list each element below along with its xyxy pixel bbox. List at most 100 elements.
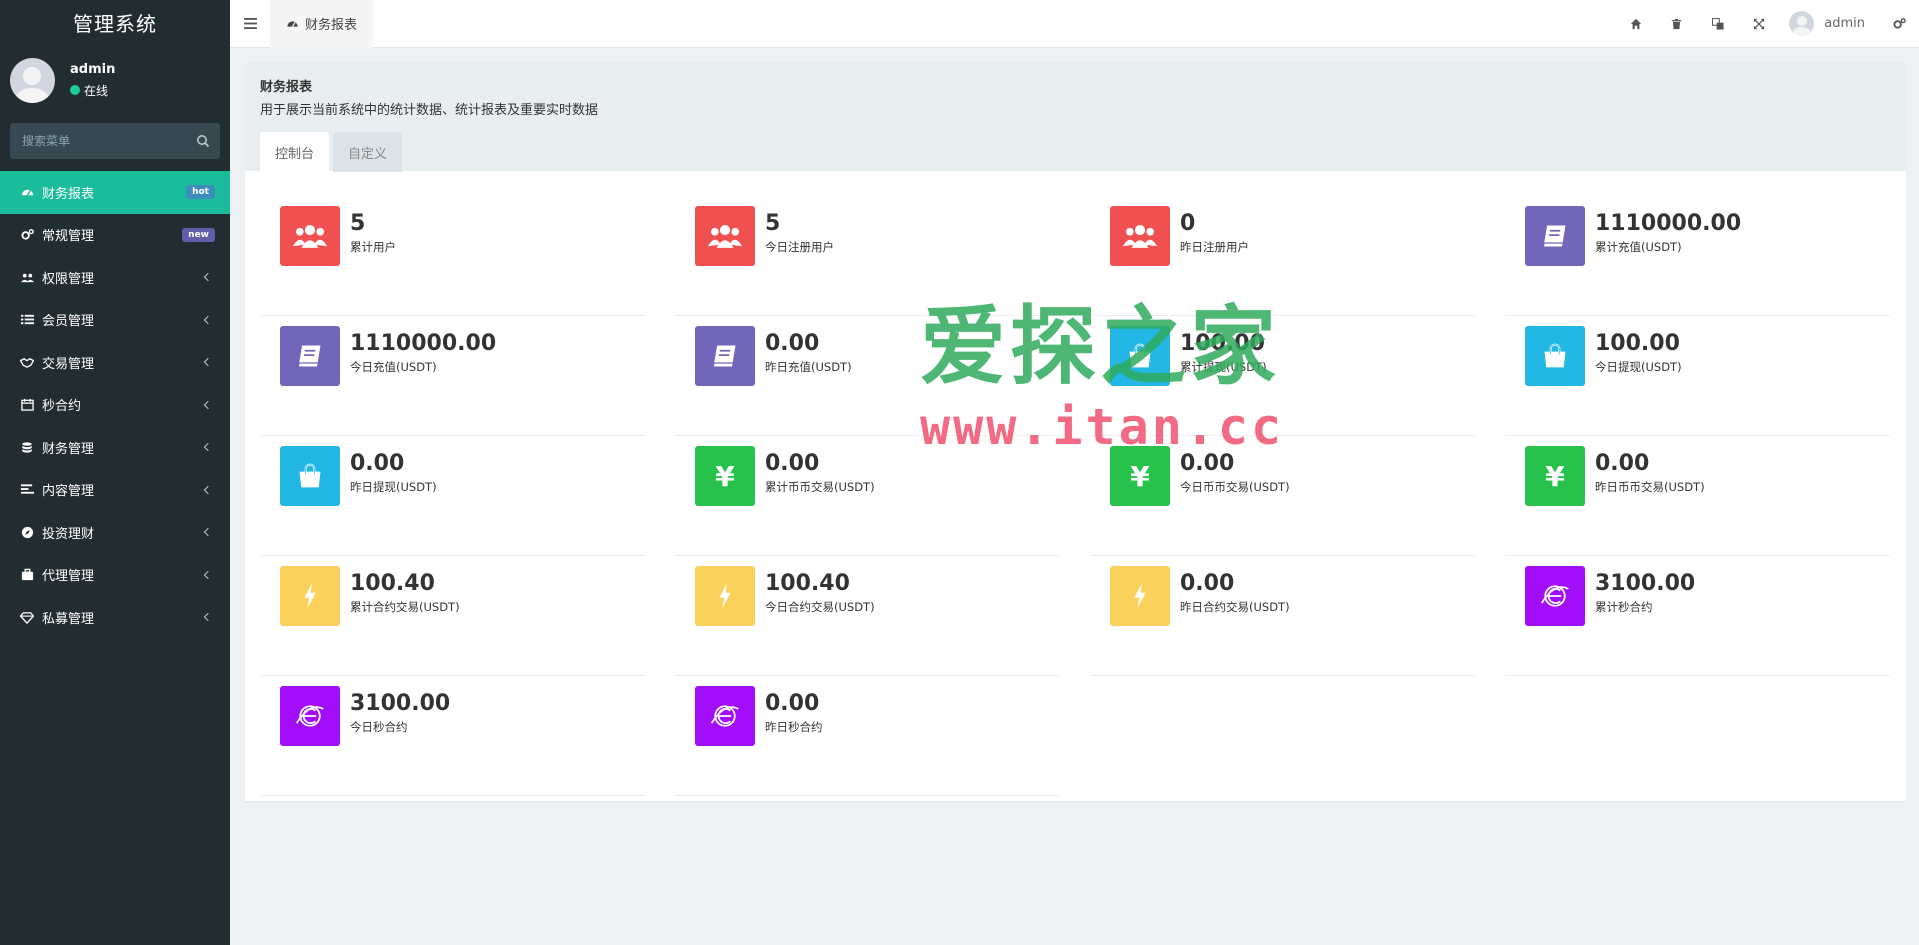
stat-text: 0 昨日注册用户 — [1180, 206, 1249, 255]
bolt-icon — [695, 566, 755, 626]
stat-card: 3100.00 今日秒合约 — [260, 676, 645, 796]
stat-card: ¥0.00 今日币币交易(USDT) — [1090, 436, 1475, 556]
fullscreen-button[interactable] — [1738, 0, 1779, 48]
search-icon[interactable] — [196, 134, 210, 148]
stat-value: 0.00 — [350, 451, 405, 476]
sidebar-item-general[interactable]: 常规管理 new — [0, 214, 230, 257]
stat-card: 100.00 累计提现(USDT) — [1090, 316, 1475, 436]
shopping-bag-icon — [1525, 326, 1585, 386]
language-button[interactable] — [1697, 0, 1738, 48]
home-icon — [1630, 18, 1641, 29]
stat-card: 0.00 昨日充值(USDT) — [675, 316, 1060, 436]
expand-icon — [1753, 18, 1764, 29]
stat-label: 昨日充值(USDT) — [765, 360, 852, 374]
explorer-icon — [1525, 566, 1585, 626]
calendar-icon — [20, 398, 34, 412]
tab-finance-report[interactable]: 财务报表 — [270, 0, 374, 48]
stat-value: 100.40 — [350, 571, 435, 596]
stat-value: 100.40 — [765, 571, 850, 596]
user-status: 在线 — [70, 82, 115, 99]
stat-text: 0.00 昨日提现(USDT) — [350, 446, 437, 495]
stats-grid: 5 累计用户 5 今日注册用户 0 昨日注册用户 1110000.00 累计充值(USDT) 1… — [245, 171, 1906, 796]
app-logo[interactable]: 管理系统 — [0, 0, 230, 45]
handshake-icon — [20, 355, 34, 369]
menu-search — [10, 123, 220, 159]
bolt-icon — [280, 566, 340, 626]
dashboard-icon — [20, 185, 34, 199]
home-button[interactable] — [1615, 0, 1656, 48]
sidebar-item-trade[interactable]: 交易管理 — [0, 341, 230, 384]
database-icon — [20, 440, 34, 454]
stat-value: 100.00 — [1180, 331, 1265, 356]
user-menu[interactable]: admin — [1779, 11, 1879, 36]
sidebar-item-finance-report[interactable]: 财务报表 hot — [0, 171, 230, 214]
top-navbar: 财务报表 admin — [230, 0, 1919, 48]
page-title: 财务报表 — [260, 80, 313, 95]
tab-custom[interactable]: 自定义 — [333, 132, 403, 172]
stat-value: 5 — [350, 211, 366, 236]
stat-text: 100.00 累计提现(USDT) — [1180, 326, 1267, 375]
sidebar-toggle-button[interactable] — [230, 0, 270, 48]
stat-value: 0.00 — [765, 691, 820, 716]
stat-value: 0.00 — [765, 331, 820, 356]
avatar — [1789, 11, 1815, 36]
stat-label: 累计币币交易(USDT) — [765, 480, 875, 494]
stat-card: 3100.00 累计秒合约 — [1505, 556, 1890, 676]
stat-text: 1110000.00 今日充值(USDT) — [350, 326, 496, 375]
dashboard-panel: 财务报表 用于展示当前系统中的统计数据、统计报表及重要实时数据 控制台 自定义 … — [245, 62, 1906, 801]
sidebar: 管理系统 admin 在线 财务报表 hot 常规 — [0, 0, 230, 945]
sidebar-item-member[interactable]: 会员管理 — [0, 299, 230, 342]
stat-card: 0 昨日注册用户 — [1090, 196, 1475, 316]
sidebar-item-second-contract[interactable]: 秒合约 — [0, 384, 230, 427]
sidebar-item-private[interactable]: 私募管理 — [0, 596, 230, 639]
stat-card: 0.00 昨日秒合约 — [675, 676, 1060, 796]
diamond-icon — [20, 610, 34, 624]
sidebar-item-finance[interactable]: 财务管理 — [0, 426, 230, 469]
chevron-left-icon — [203, 400, 213, 409]
stat-text: 100.40 累计合约交易(USDT) — [350, 566, 460, 615]
stat-value: 0 — [1180, 211, 1196, 236]
shopping-bag-icon — [280, 446, 340, 506]
stat-label: 昨日注册用户 — [1180, 240, 1249, 254]
stat-label: 今日秒合约 — [350, 720, 408, 734]
stat-label: 今日充值(USDT) — [350, 360, 437, 374]
avatar — [10, 57, 55, 103]
sidebar-item-investment[interactable]: 投资理财 — [0, 511, 230, 554]
shopping-bag-icon — [1110, 326, 1170, 386]
stat-value: 0.00 — [765, 451, 820, 476]
chevron-left-icon — [203, 570, 213, 579]
stat-label: 累计秒合约 — [1595, 600, 1653, 614]
sidebar-item-agent[interactable]: 代理管理 — [0, 554, 230, 597]
menu-icon — [243, 18, 257, 29]
stat-value: 3100.00 — [350, 691, 451, 716]
sidebar-item-permission[interactable]: 权限管理 — [0, 256, 230, 299]
stat-text: 100.00 今日提现(USDT) — [1595, 326, 1682, 375]
stat-label: 今日提现(USDT) — [1595, 360, 1682, 374]
stat-label: 今日币币交易(USDT) — [1180, 480, 1290, 494]
tab-console[interactable]: 控制台 — [260, 132, 330, 172]
panel-heading: 财务报表 用于展示当前系统中的统计数据、统计报表及重要实时数据 控制台 自定义 — [245, 62, 1906, 172]
chevron-left-icon — [203, 315, 213, 324]
stat-text: 3100.00 今日秒合约 — [350, 686, 450, 735]
stat-label: 今日合约交易(USDT) — [765, 600, 875, 614]
search-input[interactable] — [20, 133, 196, 149]
book-icon — [280, 326, 340, 386]
chevron-left-icon — [203, 485, 213, 494]
translate-icon — [1711, 17, 1724, 30]
stat-value: 0.00 — [1180, 571, 1235, 596]
stat-text: 100.40 今日合约交易(USDT) — [765, 566, 875, 615]
explorer-icon — [280, 686, 340, 746]
settings-button[interactable] — [1879, 0, 1919, 48]
stat-text: 0.00 昨日充值(USDT) — [765, 326, 852, 375]
stat-text: 0.00 昨日合约交易(USDT) — [1180, 566, 1290, 615]
users-icon — [280, 206, 340, 266]
page-description: 用于展示当前系统中的统计数据、统计报表及重要实时数据 — [260, 103, 599, 118]
stat-value: 1110000.00 — [1595, 211, 1742, 236]
stat-text: 5 累计用户 — [350, 206, 396, 255]
clear-cache-button[interactable] — [1656, 0, 1697, 48]
align-left-icon — [20, 483, 34, 497]
sidebar-item-content[interactable]: 内容管理 — [0, 469, 230, 512]
users-icon — [695, 206, 755, 266]
stat-card: 100.00 今日提现(USDT) — [1505, 316, 1890, 436]
stat-label: 昨日币币交易(USDT) — [1595, 480, 1705, 494]
